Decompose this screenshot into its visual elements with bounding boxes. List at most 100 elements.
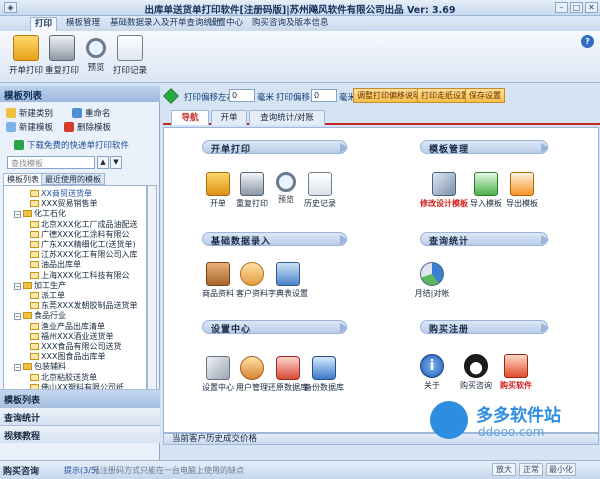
window-title: 出库单送货单打印软件[注册码版]|苏州飚风软件有限公司出品 Ver: 3.69 [144, 5, 456, 16]
section-query-stats[interactable]: 查询统计 [0, 407, 160, 425]
template-subtabs: 模板列表 最近使用的模板 [3, 173, 157, 185]
download-link[interactable]: 下载免费的快递单打印软件 [14, 140, 129, 152]
section-video-tutorial[interactable]: 视频教程 [0, 425, 160, 443]
document-icon [30, 292, 39, 299]
new-template-button[interactable]: 新建模板 [6, 122, 53, 134]
folder-icon [23, 363, 32, 371]
magnifier-icon [86, 38, 106, 58]
history-tile[interactable]: 历史记录 [302, 172, 338, 209]
new-template-icon [6, 122, 16, 132]
status-bar: 购买咨询 提示(3/5) 无注册码方式只能在一台电脑上使用的缺点 放大 正常 最… [0, 460, 600, 479]
minimize-button[interactable]: 最小化 [546, 463, 576, 476]
section-template-list[interactable]: 模板列表 [0, 389, 160, 407]
offset-help-button[interactable]: 调整打印偏移说明 [353, 88, 425, 103]
template-search-input[interactable]: 查找模板 [7, 156, 95, 169]
save-settings-button[interactable]: 保存设置 [465, 88, 505, 103]
section-settings: 设置中心 [202, 320, 348, 335]
about-tile[interactable]: i 关于 [414, 354, 450, 391]
tab-navigation[interactable]: 导航 [171, 110, 209, 125]
drafting-tools-icon [432, 172, 456, 196]
section-template-mgmt: 模板管理 [420, 140, 549, 155]
search-next-icon[interactable]: ▼ [110, 156, 122, 169]
collapse-icon[interactable]: − [14, 211, 21, 219]
document-icon [30, 373, 39, 381]
clipboard-icon [308, 172, 332, 196]
download-icon [14, 140, 24, 150]
search-prev-icon[interactable]: ▲ [97, 156, 109, 169]
subtab-recent[interactable]: 最近使用的模板 [41, 173, 105, 185]
collapse-icon[interactable]: − [14, 364, 21, 372]
watermark-logo-icon [430, 401, 468, 439]
monthly-reconcile-tile[interactable]: 月结|对帐 [414, 262, 450, 299]
close-icon[interactable]: ✕ [585, 2, 598, 13]
buy-software-tile[interactable]: 购买软件 [498, 354, 534, 391]
tab-query-reconcile[interactable]: 查询统计/对账 [249, 110, 325, 125]
clipboard-icon [117, 35, 143, 61]
export-arrow-icon [510, 172, 534, 196]
help-icon[interactable]: ? [581, 35, 594, 48]
rename-button[interactable]: 重命名 [72, 108, 111, 120]
database-restore-icon [276, 356, 300, 380]
offset-lr-label: 打印偏移左右 [184, 93, 236, 103]
tree-scrollbar[interactable] [147, 185, 157, 391]
collapse-icon[interactable]: − [14, 282, 21, 290]
section-base-data: 基础数据录入 [202, 232, 348, 247]
left-panel-title: 模板列表 [0, 86, 160, 102]
ribbon-tab-template[interactable]: 模板管理 [62, 17, 104, 31]
main-tabs: 导航 开单 查询统计/对账 [163, 108, 600, 125]
buy-consult-link[interactable]: 购买咨询 [3, 464, 39, 477]
options-icon [163, 88, 179, 104]
document-icon [30, 230, 39, 238]
printer-icon [49, 35, 75, 61]
offset-lr-input[interactable]: 0 [229, 89, 255, 102]
magnifier-icon [276, 172, 296, 192]
watermark-url: ddooo.com [478, 425, 545, 439]
backup-db-tile[interactable]: 备份数据库 [304, 356, 344, 393]
new-category-button[interactable]: 新建类别 [6, 108, 53, 120]
offset-ud-input[interactable]: 0 [311, 89, 337, 102]
database-backup-icon [312, 356, 336, 380]
delete-template-button[interactable]: 删除模板 [64, 122, 111, 134]
document-icon [30, 241, 39, 248]
document-icon [30, 322, 39, 330]
export-template-tile[interactable]: 导出模板 [504, 172, 540, 209]
section-billing-print: 开单打印 [202, 140, 348, 155]
address-book-icon [276, 262, 300, 286]
tip-text: 无注册码方式只能在一台电脑上使用的缺点 [92, 466, 244, 475]
app-icon: ◈ [4, 2, 17, 13]
print-log-button[interactable]: 打印记录 [108, 35, 152, 81]
ribbon-tab-settings[interactable]: 设置中心 [205, 17, 247, 31]
zoom-normal-button[interactable]: 正常 [519, 463, 543, 476]
zoom-in-button[interactable]: 放大 [492, 463, 516, 476]
penguin-icon [464, 354, 488, 378]
folder-print-icon [13, 35, 39, 61]
watermark-name: 多多软件站 [476, 406, 561, 426]
document-icon [30, 200, 39, 208]
section-query: 查询统计 [420, 232, 549, 247]
section-purchase: 购买注册 [420, 320, 549, 335]
watermark: 多多软件站 ddooo.com [430, 395, 595, 451]
document-icon [30, 302, 39, 310]
ribbon-tab-print[interactable]: 打印 [30, 17, 58, 31]
print-options-bar: 打印偏移左右 0 毫米 打印偏移上下 0 毫米 调整打印偏移说明 打印走纸设置 … [163, 88, 600, 106]
ribbon-tab-buy[interactable]: 购买咨询及版本信息 [248, 17, 333, 31]
document-icon [30, 190, 39, 197]
import-arrow-icon [474, 172, 498, 196]
cash-register-icon [206, 172, 230, 196]
folder-icon [23, 281, 32, 289]
dictionary-tile[interactable]: 字典表设置 [268, 262, 308, 299]
document-icon [30, 353, 39, 361]
edit-template-tile[interactable]: 修改设计模板 [420, 172, 468, 209]
box-icon [206, 262, 230, 286]
folder-icon [23, 210, 32, 218]
collapse-icon[interactable]: − [14, 313, 21, 321]
delete-icon [64, 122, 74, 132]
minimize-icon[interactable]: – [555, 2, 568, 13]
document-icon [30, 343, 39, 350]
folder-icon [23, 312, 32, 320]
tools-icon [206, 356, 230, 380]
tab-billing[interactable]: 开单 [211, 110, 247, 125]
maximize-icon[interactable]: □ [570, 2, 583, 13]
subtab-template-list[interactable]: 模板列表 [3, 173, 43, 185]
pie-chart-icon [420, 262, 444, 286]
